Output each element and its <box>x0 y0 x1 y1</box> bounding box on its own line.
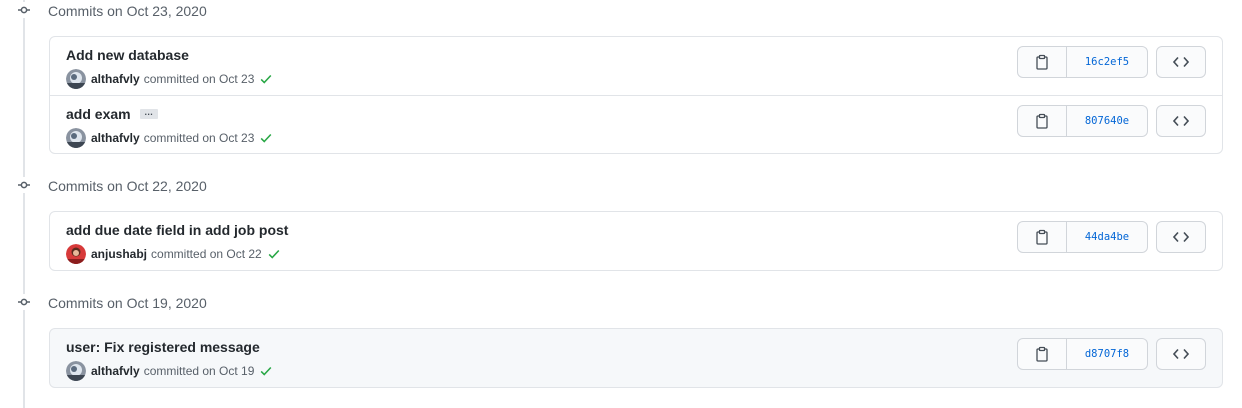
avatar[interactable] <box>66 244 86 264</box>
author-link[interactable]: anjushabj <box>91 247 147 261</box>
check-icon[interactable] <box>259 131 273 145</box>
check-icon[interactable] <box>267 247 281 261</box>
commit-date: committed on Oct 23 <box>143 131 255 145</box>
commit-sha-button-group: 44da4be <box>1017 221 1148 253</box>
author-link[interactable]: althafvly <box>91 131 140 145</box>
commit-row: Add new database althafvly committed on … <box>50 37 1222 95</box>
clipboard-icon <box>1036 229 1048 245</box>
git-commit-icon <box>16 294 32 310</box>
avatar[interactable] <box>66 128 86 148</box>
commit-sha-link[interactable]: 807640e <box>1067 106 1147 136</box>
browse-repo-button[interactable] <box>1156 338 1206 370</box>
code-icon <box>1173 115 1189 127</box>
commit-list-box: user: Fix registered message althafvly c… <box>49 328 1223 388</box>
commit-date: committed on Oct 19 <box>143 364 255 378</box>
commit-sha-button-group: d8707f8 <box>1017 338 1148 370</box>
browse-repo-button[interactable] <box>1156 105 1206 137</box>
clipboard-icon <box>1036 54 1048 70</box>
browse-repo-button[interactable] <box>1156 221 1206 253</box>
code-icon <box>1173 348 1189 360</box>
author-link[interactable]: althafvly <box>91 72 140 86</box>
avatar[interactable] <box>66 361 86 381</box>
commit-sha-link[interactable]: d8707f8 <box>1067 339 1147 369</box>
commit-sha-button-group: 16c2ef5 <box>1017 46 1148 78</box>
commit-sha-link[interactable]: 44da4be <box>1067 222 1147 252</box>
commit-sha-button-group: 807640e <box>1017 105 1148 137</box>
copy-sha-button[interactable] <box>1018 47 1067 77</box>
git-commit-icon <box>16 177 32 193</box>
clipboard-icon <box>1036 113 1048 129</box>
commit-group-title: Commits on Oct 19, 2020 <box>48 295 207 311</box>
author-link[interactable]: althafvly <box>91 364 140 378</box>
check-icon[interactable] <box>259 364 273 378</box>
commit-message-link[interactable]: add exam <box>66 106 131 122</box>
expand-message-button[interactable]: … <box>139 108 158 119</box>
commit-group-title: Commits on Oct 23, 2020 <box>48 3 207 19</box>
commit-row: user: Fix registered message althafvly c… <box>50 329 1222 387</box>
browse-repo-button[interactable] <box>1156 46 1206 78</box>
clipboard-icon <box>1036 346 1048 362</box>
code-icon <box>1173 56 1189 68</box>
commit-message-link[interactable]: Add new database <box>66 47 189 63</box>
commit-row: add due date field in add job post anjus… <box>50 212 1222 270</box>
copy-sha-button[interactable] <box>1018 339 1067 369</box>
commit-message-link[interactable]: user: Fix registered message <box>66 339 260 355</box>
copy-sha-button[interactable] <box>1018 222 1067 252</box>
commit-date: committed on Oct 22 <box>151 247 262 261</box>
timeline-line <box>23 0 25 408</box>
commit-row: add exam… althafvly committed on Oct 23 … <box>50 95 1222 153</box>
git-commit-icon <box>16 2 32 18</box>
commit-message-link[interactable]: add due date field in add job post <box>66 222 288 238</box>
code-icon <box>1173 231 1189 243</box>
avatar[interactable] <box>66 69 86 89</box>
commit-group-title: Commits on Oct 22, 2020 <box>48 178 207 194</box>
commit-date: committed on Oct 23 <box>143 72 255 86</box>
commit-list-box: Add new database althafvly committed on … <box>49 36 1223 154</box>
commit-sha-link[interactable]: 16c2ef5 <box>1067 47 1147 77</box>
check-icon[interactable] <box>259 72 273 86</box>
commit-list-box: add due date field in add job post anjus… <box>49 211 1223 271</box>
copy-sha-button[interactable] <box>1018 106 1067 136</box>
